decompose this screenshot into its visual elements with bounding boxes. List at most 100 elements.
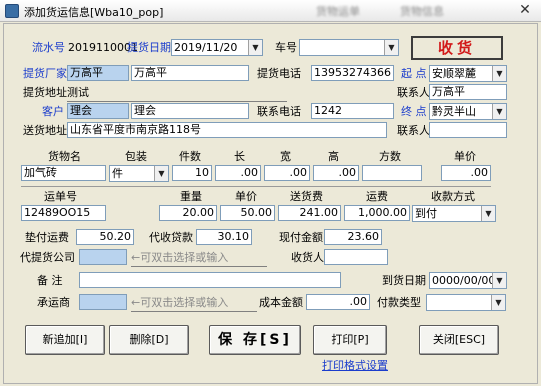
delivery-address-label: 送货地址: [23, 124, 67, 137]
cash-amount-input[interactable]: 23.60: [324, 229, 382, 245]
pickup-date-value: 2019/11/20: [174, 41, 238, 54]
background-tab-label: 货物运单: [316, 5, 360, 18]
remarks-input[interactable]: [79, 272, 341, 288]
vehicle-label: 车号: [275, 41, 297, 54]
agent-company-label: 代提货公司: [20, 251, 75, 264]
waybill-number-input[interactable]: 12489OO15: [21, 205, 106, 221]
pickup-contact-input[interactable]: 万高平: [429, 84, 507, 100]
goods-name-header: 货物名: [48, 150, 81, 163]
advance-freight-input[interactable]: 50.20: [76, 229, 134, 245]
collect-payment-input[interactable]: 30.10: [196, 229, 252, 245]
length-input[interactable]: .00: [215, 165, 261, 181]
chevron-down-icon[interactable]: ▼: [248, 40, 262, 55]
factory-label: 提货厂家: [23, 67, 67, 80]
advance-freight-label: 垫付运费: [25, 231, 69, 244]
carrier-hint: ←可双击选择或输入: [131, 296, 229, 309]
collect-payment-label: 代收贷款: [149, 231, 193, 244]
freight-header: 运费: [366, 190, 388, 203]
pickup-phone-label: 提货电话: [257, 67, 301, 80]
window-title: 添加货运信息[Wba10_pop]: [24, 6, 164, 19]
package-header: 包装: [125, 150, 147, 163]
start-point-select[interactable]: 安顺翠麓 ▼: [429, 65, 507, 82]
save-button[interactable]: 保 存[S]: [209, 325, 301, 355]
vehicle-select[interactable]: ▼: [299, 39, 399, 56]
pickup-contact-label: 联系人: [397, 86, 430, 99]
weight-input[interactable]: 20.00: [159, 205, 217, 221]
contact-phone-input[interactable]: 1242: [311, 103, 394, 119]
pickup-address-label: 提货地址: [23, 86, 67, 99]
receipt-button[interactable]: 收货: [411, 36, 503, 60]
volume-header: 方数: [379, 150, 401, 163]
factory-name-input[interactable]: 万高平: [131, 65, 249, 81]
receiver-label: 收货人: [291, 251, 324, 264]
receiver-input[interactable]: [324, 249, 388, 265]
end-point-select[interactable]: 黔灵半山 ▼: [429, 103, 507, 120]
close-icon[interactable]: ✕: [511, 1, 539, 20]
count-input[interactable]: 10: [172, 165, 212, 181]
pickup-phone-input[interactable]: 13953274366: [311, 65, 394, 81]
carrier-underline: [131, 311, 257, 312]
customer-name-input[interactable]: 理会: [131, 103, 249, 119]
height-header: 高: [328, 150, 339, 163]
arrival-date-picker[interactable]: 0000/00/00 ▼: [429, 272, 507, 289]
cost-amount-label: 成本金额: [259, 296, 303, 309]
length-header: 长: [234, 150, 245, 163]
width-header: 宽: [280, 150, 291, 163]
print-button[interactable]: 打印[P]: [313, 325, 387, 355]
chevron-down-icon[interactable]: ▼: [492, 66, 506, 81]
waybill-unit-price-header: 单价: [235, 190, 257, 203]
delivery-fee-input[interactable]: 241.00: [278, 205, 341, 221]
start-point-label: 起 点: [401, 67, 427, 80]
agent-company-input[interactable]: [79, 249, 127, 265]
carrier-label: 承运商: [37, 296, 70, 309]
delivery-contact-label: 联系人: [397, 124, 430, 137]
delivery-address-input[interactable]: 山东省平度市南京路118号: [67, 122, 387, 138]
chevron-down-icon[interactable]: ▼: [154, 166, 168, 181]
waybill-unit-price-input[interactable]: 50.00: [220, 205, 275, 221]
start-point-value: 安顺翠麓: [432, 67, 476, 80]
window-titlebar: 添加货运信息[Wba10_pop] 货物运单 货物信息 ✕: [0, 0, 541, 22]
close-button[interactable]: 关闭[ESC]: [419, 325, 499, 355]
waybill-number-header: 运单号: [44, 190, 77, 203]
width-input[interactable]: .00: [264, 165, 310, 181]
package-select[interactable]: 件 ▼: [109, 165, 169, 182]
volume-input[interactable]: [362, 165, 422, 181]
freight-input[interactable]: 1,000.00: [344, 205, 410, 221]
print-settings-link[interactable]: 打印格式设置: [322, 359, 388, 373]
height-input[interactable]: .00: [313, 165, 359, 181]
chevron-down-icon[interactable]: ▼: [384, 40, 398, 55]
delivery-contact-input[interactable]: [429, 122, 507, 138]
section-divider: [21, 186, 491, 187]
payment-type-select[interactable]: ▼: [426, 294, 506, 311]
customer-code-input[interactable]: 理会: [67, 103, 129, 119]
goods-name-input[interactable]: 加气砖: [21, 165, 106, 181]
chevron-down-icon[interactable]: ▼: [491, 295, 505, 310]
background-tab-label: 货物信息: [400, 5, 444, 18]
package-value: 件: [112, 167, 123, 180]
chevron-down-icon[interactable]: ▼: [492, 273, 506, 288]
contact-phone-label: 联系电话: [257, 105, 301, 118]
unit-price-input[interactable]: .00: [441, 165, 491, 181]
delivery-fee-header: 送货费: [290, 190, 323, 203]
pickup-address-underline: [67, 101, 287, 102]
chevron-down-icon[interactable]: ▼: [492, 104, 506, 119]
pickup-date-picker[interactable]: 2019/11/20 ▼: [171, 39, 263, 56]
factory-code-input[interactable]: 万高平: [67, 65, 129, 81]
payment-method-select[interactable]: 到付 ▼: [412, 205, 496, 222]
app-icon: [5, 4, 19, 18]
payment-type-label: 付款类型: [377, 296, 421, 309]
new-button[interactable]: 新追加[I]: [25, 325, 105, 355]
delete-button[interactable]: 删除[D]: [109, 325, 189, 355]
remarks-label: 备 注: [37, 274, 63, 287]
end-point-value: 黔灵半山: [432, 105, 476, 118]
pickup-address-input[interactable]: 测试: [67, 86, 89, 100]
carrier-input[interactable]: [79, 294, 127, 310]
chevron-down-icon[interactable]: ▼: [481, 206, 495, 221]
count-header: 件数: [179, 150, 201, 163]
cost-amount-input[interactable]: .00: [306, 294, 370, 310]
unit-price-header: 单价: [454, 150, 476, 163]
arrival-date-value: 0000/00/00: [432, 274, 496, 287]
payment-method-header: 收款方式: [431, 190, 475, 203]
arrival-date-label: 到货日期: [382, 274, 426, 287]
serial-label: 流水号: [32, 41, 65, 54]
